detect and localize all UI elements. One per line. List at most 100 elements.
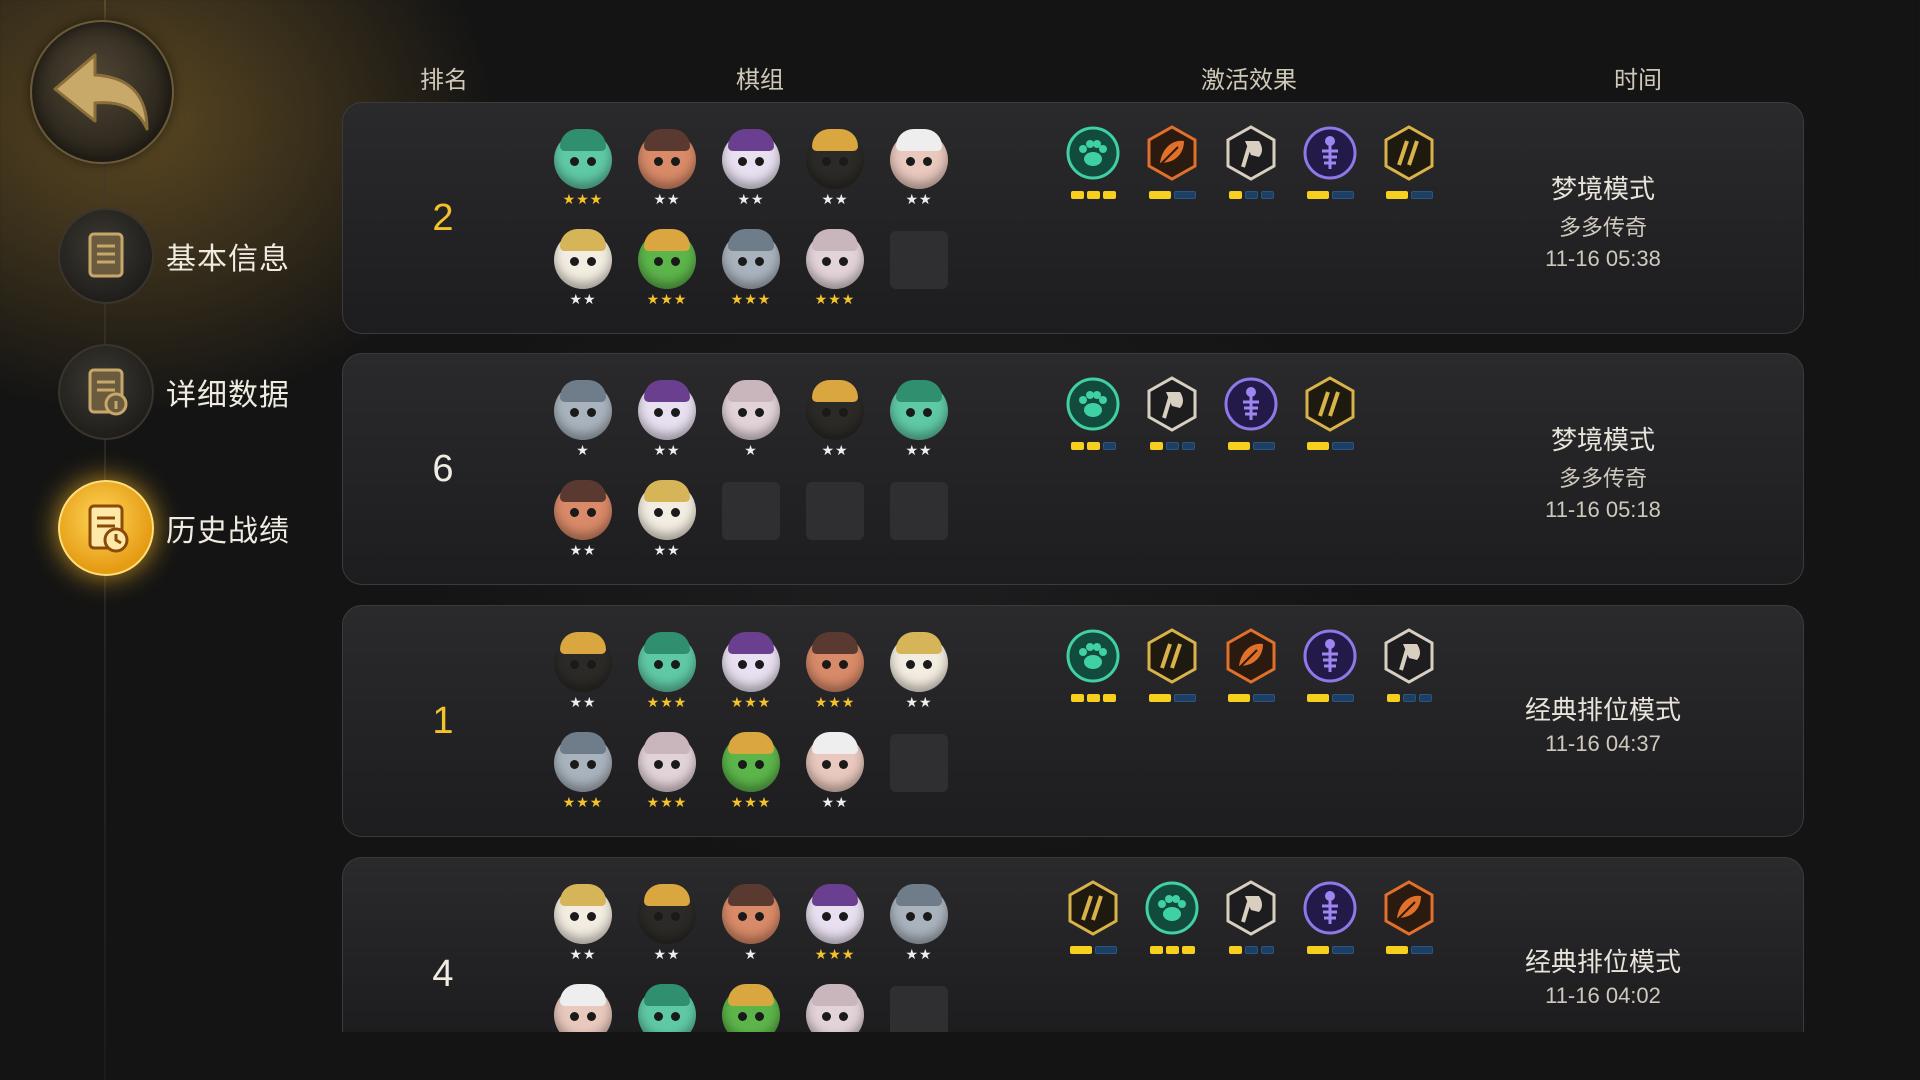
synergy-effect[interactable] bbox=[1381, 880, 1437, 954]
nav-item-1[interactable]: 详细数据 bbox=[58, 344, 290, 440]
piece-stars: ★★ bbox=[569, 695, 597, 711]
synergy-effect[interactable] bbox=[1144, 628, 1200, 702]
nav-item-label: 详细数据 bbox=[166, 378, 290, 413]
piece-slot[interactable]: ★★ bbox=[890, 129, 948, 208]
empty-piece-slot bbox=[722, 482, 780, 540]
synergy-effect[interactable] bbox=[1144, 376, 1200, 450]
paw-icon bbox=[1065, 126, 1121, 185]
piece-stars: ★★ bbox=[653, 443, 681, 459]
piece-stars: ★★ bbox=[653, 192, 681, 208]
synergy-tier-bar bbox=[1065, 694, 1121, 702]
synergy-effect[interactable] bbox=[1223, 880, 1279, 954]
synergy-effect[interactable] bbox=[1302, 125, 1358, 199]
piece-slot[interactable]: ★★★ bbox=[806, 229, 864, 308]
piece-slot[interactable]: ★★★ bbox=[554, 129, 612, 208]
piece-slot[interactable]: ★★ bbox=[554, 884, 612, 963]
synergy-effect[interactable] bbox=[1302, 880, 1358, 954]
piece-slot[interactable]: ★★ bbox=[638, 480, 696, 559]
piece-slot[interactable]: ★★ bbox=[890, 884, 948, 963]
synergy-effect[interactable] bbox=[1065, 376, 1121, 450]
list-clip-edge bbox=[110, 1032, 1920, 1080]
piece-slot[interactable]: ★★ bbox=[554, 229, 612, 308]
piece-slot[interactable]: ★★★ bbox=[638, 632, 696, 711]
synergy-effect[interactable] bbox=[1144, 125, 1200, 199]
nav-item-2[interactable]: 历史战绩 bbox=[58, 480, 290, 576]
synergy-effect[interactable] bbox=[1223, 376, 1279, 450]
fishbone-icon bbox=[1302, 629, 1358, 688]
piece-slot[interactable]: ★★ bbox=[638, 129, 696, 208]
piece-slot[interactable]: ★★★ bbox=[722, 632, 780, 711]
piece-stars: ★★★ bbox=[730, 292, 772, 308]
synergy-effect[interactable] bbox=[1381, 125, 1437, 199]
goggle-bear-portrait-icon bbox=[638, 129, 696, 189]
piece-stars: ★★ bbox=[905, 695, 933, 711]
synergy-effect[interactable] bbox=[1302, 376, 1358, 450]
piece-slot[interactable]: ★ bbox=[722, 884, 780, 963]
back-button[interactable] bbox=[30, 20, 174, 164]
match-card[interactable]: 4 ★★ ★★ ★ ★★★ ★★ 经典排位模式 11-16 04:02 bbox=[342, 857, 1804, 1044]
piece-slot[interactable]: ★★★ bbox=[722, 229, 780, 308]
synergy-effect[interactable] bbox=[1065, 628, 1121, 702]
synergy-effect[interactable] bbox=[1381, 628, 1437, 702]
synergy-effect[interactable] bbox=[1223, 125, 1279, 199]
piece-slot[interactable]: ★ bbox=[554, 380, 612, 459]
synergy-effect[interactable] bbox=[1223, 628, 1279, 702]
match-submode: 多多传奇 bbox=[1558, 467, 1647, 492]
white-priest-portrait-icon bbox=[638, 480, 696, 540]
synergy-effect[interactable] bbox=[1302, 628, 1358, 702]
piece-stars: ★★★ bbox=[814, 292, 856, 308]
paw-icon bbox=[1144, 881, 1200, 940]
nav-item-0[interactable]: 基本信息 bbox=[58, 208, 290, 304]
synergy-tier-bar bbox=[1302, 442, 1358, 450]
piece-slot[interactable]: ★★ bbox=[638, 380, 696, 459]
piece-slot[interactable]: ★★★ bbox=[806, 884, 864, 963]
piece-slot[interactable]: ★★ bbox=[890, 380, 948, 459]
empty-piece-slot bbox=[890, 734, 948, 792]
piece-slot[interactable]: ★★ bbox=[638, 884, 696, 963]
fishbone-icon bbox=[1223, 377, 1279, 436]
piece-slot[interactable]: ★★ bbox=[554, 480, 612, 559]
piece-slot[interactable]: ★★ bbox=[890, 632, 948, 711]
piece-slot[interactable]: ★★★ bbox=[806, 632, 864, 711]
synergy-tier-bar bbox=[1381, 946, 1437, 954]
green-goblin-portrait-icon bbox=[722, 732, 780, 792]
match-card[interactable]: 6 ★ ★★ ★ ★★ ★★ ★★ ★★ 梦境模式 多多传奇 11-16 05:… bbox=[342, 353, 1804, 585]
match-card[interactable]: 1 ★★ ★★★ ★★★ ★★★ ★★ ★★★ ★★★ ★★★ ★★ 经典排位模… bbox=[342, 605, 1804, 837]
synergy-effect[interactable] bbox=[1065, 880, 1121, 954]
piece-slot[interactable]: ★★★ bbox=[638, 732, 696, 811]
header-rank: 排名 bbox=[420, 66, 468, 94]
piece-stars: ★★ bbox=[905, 192, 933, 208]
gold-hood-portrait-icon bbox=[806, 129, 864, 189]
piece-slot[interactable]: ★★ bbox=[806, 732, 864, 811]
synergy-effect[interactable] bbox=[1144, 880, 1200, 954]
paw-icon bbox=[1065, 629, 1121, 688]
piece-stars: ★ bbox=[744, 443, 758, 459]
piece-stars: ★ bbox=[744, 947, 758, 963]
piece-slot[interactable]: ★★ bbox=[806, 380, 864, 459]
fishbone-icon bbox=[1302, 126, 1358, 185]
hooded-mage-portrait-icon bbox=[722, 632, 780, 692]
goggle-bear-portrait-icon bbox=[722, 884, 780, 944]
match-time: 11-16 04:02 bbox=[1545, 983, 1661, 1008]
piece-stars: ★★★ bbox=[562, 795, 604, 811]
piece-slot[interactable]: ★★ bbox=[554, 632, 612, 711]
axe-icon bbox=[1223, 125, 1279, 185]
piece-slot[interactable]: ★★ bbox=[806, 129, 864, 208]
match-card[interactable]: 2 ★★★ ★★ ★★ ★★ ★★ ★★ ★★★ ★★★ ★★★ 梦境模式 多多… bbox=[342, 102, 1804, 334]
nav-item-label: 基本信息 bbox=[166, 242, 290, 277]
synergy-tier-bar bbox=[1065, 946, 1121, 954]
piece-stars: ★★★ bbox=[814, 695, 856, 711]
grey-beast-portrait-icon bbox=[722, 229, 780, 289]
synergy-tier-bar bbox=[1144, 946, 1200, 954]
match-time: 11-16 04:37 bbox=[1545, 731, 1661, 756]
piece-stars: ★★ bbox=[821, 192, 849, 208]
piece-slot[interactable]: ★★★ bbox=[638, 229, 696, 308]
match-info: 经典排位模式 11-16 04:37 bbox=[1483, 690, 1723, 757]
piece-slot[interactable]: ★★★ bbox=[554, 732, 612, 811]
piece-slot[interactable]: ★★ bbox=[722, 129, 780, 208]
white-priest-portrait-icon bbox=[554, 229, 612, 289]
piece-slot[interactable]: ★★★ bbox=[722, 732, 780, 811]
piece-slot[interactable]: ★ bbox=[722, 380, 780, 459]
synergy-effect[interactable] bbox=[1065, 125, 1121, 199]
pale-spirit-portrait-icon bbox=[722, 380, 780, 440]
